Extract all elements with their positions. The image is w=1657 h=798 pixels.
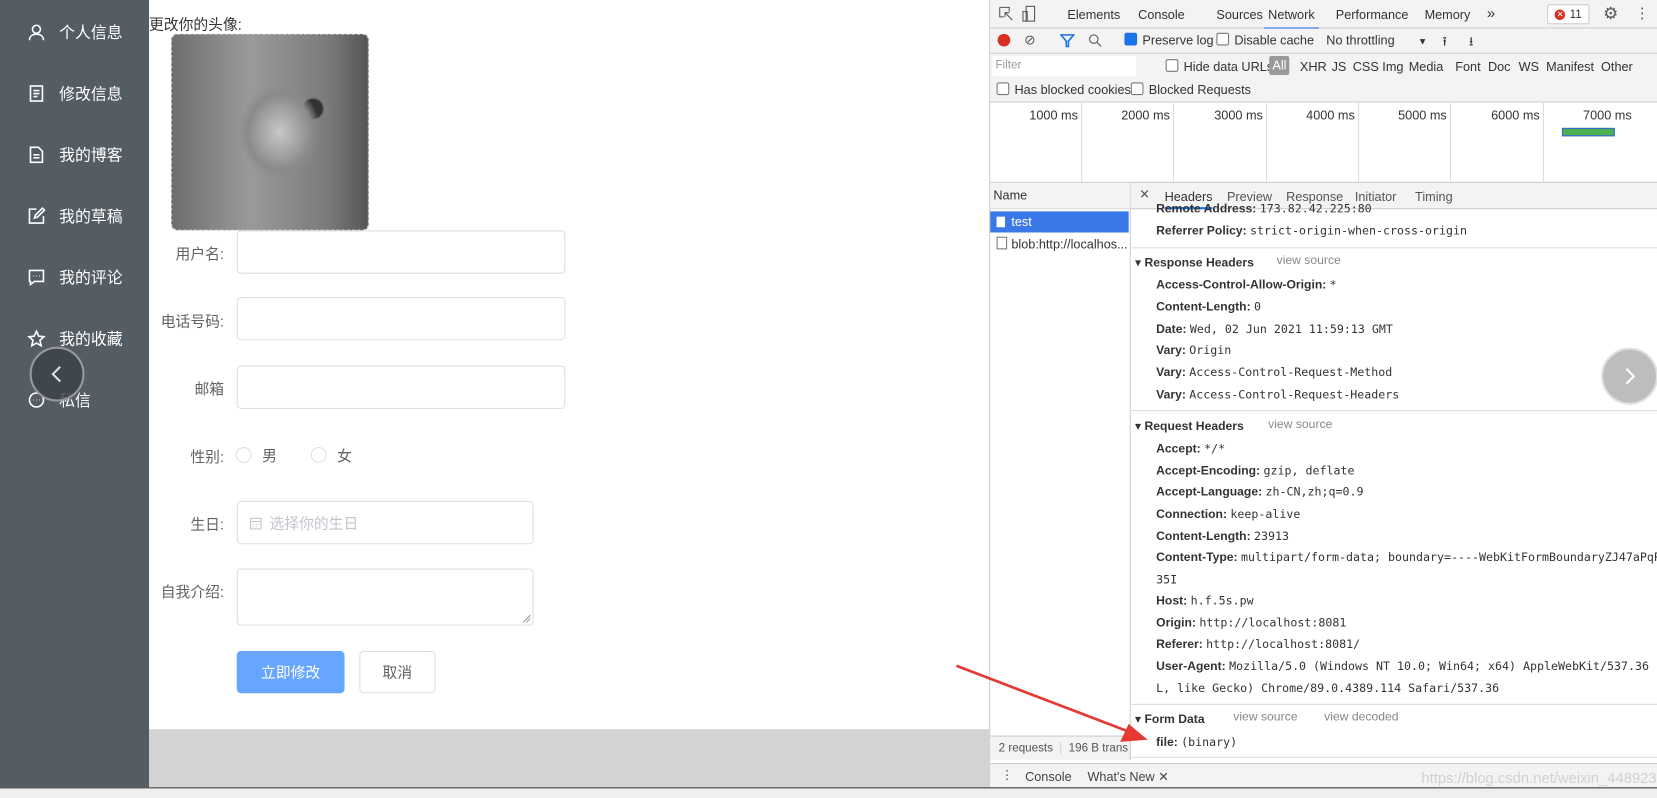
watermark: https://blog.csdn.net/weixin_44892327 <box>1421 769 1657 787</box>
screen: 个人信息 修改信息 我的博客 我的草稿 我的评论 我的收藏 私信 更改你的头像:… <box>0 0 1657 798</box>
annotation-arrow-icon <box>955 664 1148 742</box>
